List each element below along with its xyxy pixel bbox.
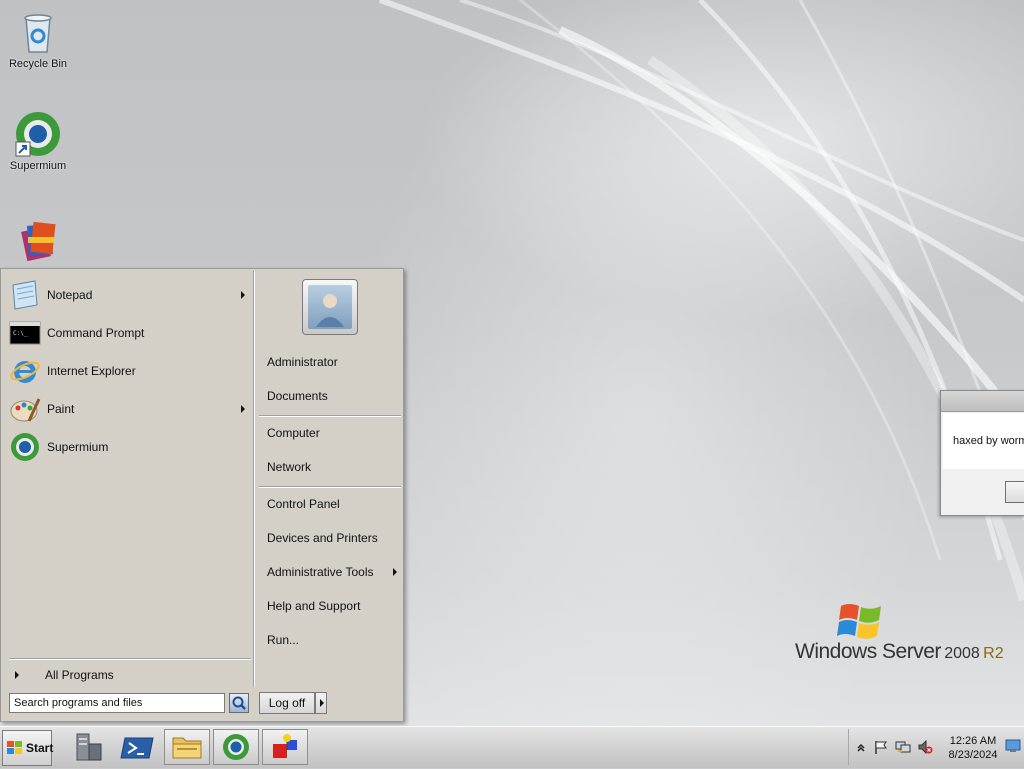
menu-item-label: Documents bbox=[267, 389, 328, 403]
svg-text:C:\_: C:\_ bbox=[13, 330, 28, 337]
menu-item-help-and-support[interactable]: Help and Support bbox=[267, 595, 401, 617]
submenu-arrow-icon bbox=[393, 568, 397, 576]
start-button[interactable]: Start bbox=[2, 730, 54, 766]
desktop-icon-label: Supermium bbox=[9, 160, 67, 172]
menu-item-run[interactable]: Run... bbox=[267, 629, 401, 651]
brand-version: 2008 bbox=[944, 645, 980, 662]
program-item-command-prompt[interactable]: C:\_ Command Prompt bbox=[9, 315, 249, 351]
taskbar-shapes-app-button[interactable] bbox=[262, 729, 308, 765]
windows-flag-logo-icon bbox=[837, 604, 881, 639]
menu-item-control-panel[interactable]: Control Panel bbox=[267, 493, 401, 515]
paint-icon bbox=[9, 393, 41, 425]
all-programs-button[interactable]: All Programs bbox=[11, 664, 251, 686]
menu-item-label: Computer bbox=[267, 426, 320, 440]
clock-time: 12:26 AM bbox=[949, 735, 997, 747]
clock-date: 8/23/2024 bbox=[948, 749, 998, 761]
desktop-icon-winrar[interactable] bbox=[2, 215, 74, 265]
desktop-icon-recycle-bin[interactable]: Recycle Bin bbox=[2, 8, 74, 70]
powershell-icon bbox=[120, 737, 154, 759]
start-menu[interactable]: Notepad C:\_ Command Prompt Internet Exp… bbox=[0, 268, 404, 722]
menu-item-label: Run... bbox=[267, 633, 300, 647]
winrar-icon bbox=[14, 215, 62, 263]
menu-item-administrator[interactable]: Administrator bbox=[267, 351, 401, 373]
menu-item-label: Network bbox=[267, 460, 312, 474]
windows-flag-icon bbox=[7, 741, 23, 755]
network-icon[interactable] bbox=[895, 739, 911, 755]
notepad-icon bbox=[9, 279, 41, 311]
program-item-notepad[interactable]: Notepad bbox=[9, 277, 249, 313]
log-off-button[interactable]: Log off bbox=[259, 692, 315, 714]
shapes-app-icon bbox=[273, 734, 297, 758]
windows-server-branding: Windows Server 2008 R2 bbox=[795, 600, 1015, 670]
menu-item-network[interactable]: Network bbox=[267, 456, 401, 478]
menu-item-administrative-tools[interactable]: Administrative Tools bbox=[267, 561, 401, 583]
show-desktop-icon[interactable] bbox=[1005, 739, 1021, 753]
internet-explorer-icon bbox=[9, 355, 41, 387]
start-menu-bottom-bar: Log off bbox=[3, 689, 401, 719]
command-prompt-icon: C:\_ bbox=[9, 317, 41, 349]
recycle-bin-icon bbox=[14, 8, 62, 56]
all-programs-label: All Programs bbox=[45, 668, 114, 682]
user-picture-avatar[interactable] bbox=[302, 279, 358, 335]
menu-item-label: Administrator bbox=[267, 355, 338, 369]
clock[interactable]: 12:26 AM 8/23/2024 bbox=[943, 734, 1003, 762]
menu-item-label: Control Panel bbox=[267, 497, 340, 511]
program-label: Paint bbox=[47, 402, 75, 416]
volume-muted-icon[interactable] bbox=[917, 739, 933, 755]
program-item-supermium[interactable]: Supermium bbox=[9, 429, 249, 465]
menu-item-label: Devices and Printers bbox=[267, 531, 378, 545]
shutdown-options-button[interactable] bbox=[315, 692, 327, 714]
dialog-titlebar[interactable] bbox=[941, 391, 1024, 412]
start-label: Start bbox=[26, 741, 54, 755]
places-separator bbox=[259, 415, 401, 417]
menu-item-label: Help and Support bbox=[267, 599, 361, 613]
taskbar: Start 12:26 AM 8/23/2024 bbox=[0, 726, 1024, 768]
desktop[interactable]: Recycle Bin Supermium haxed by worm Wind… bbox=[0, 0, 1024, 726]
search-input[interactable] bbox=[9, 693, 225, 713]
places-separator bbox=[259, 486, 401, 488]
dialog-ok-button[interactable] bbox=[1005, 481, 1024, 503]
submenu-arrow-icon bbox=[241, 405, 245, 413]
brand-edition: R2 bbox=[983, 645, 1004, 662]
search-icon bbox=[232, 696, 246, 710]
start-menu-places-pane: Administrator Documents Computer Network… bbox=[257, 271, 403, 687]
windows-explorer-icon bbox=[172, 737, 202, 759]
menu-item-label: Administrative Tools bbox=[267, 565, 374, 579]
action-center-flag-icon[interactable] bbox=[873, 739, 889, 755]
menu-item-computer[interactable]: Computer bbox=[267, 422, 401, 444]
all-programs-arrow-icon bbox=[15, 671, 19, 679]
program-label: Command Prompt bbox=[47, 326, 145, 340]
program-label: Notepad bbox=[47, 288, 93, 302]
user-avatar-icon bbox=[308, 285, 352, 329]
desktop-icon-supermium[interactable]: Supermium bbox=[2, 110, 74, 172]
taskbar-windows-explorer-button[interactable] bbox=[164, 729, 210, 765]
brand-wordmark: Windows Server 2008 R2 bbox=[795, 640, 1004, 664]
desktop-icon-label: Recycle Bin bbox=[8, 58, 68, 70]
taskbar-supermium-button[interactable] bbox=[213, 729, 259, 765]
taskbar-powershell-button[interactable] bbox=[114, 729, 160, 765]
start-menu-programs-pane: Notepad C:\_ Command Prompt Internet Exp… bbox=[3, 271, 253, 687]
submenu-arrow-icon bbox=[241, 291, 245, 299]
dialog-message: haxed by worm bbox=[953, 435, 1024, 447]
program-item-paint[interactable]: Paint bbox=[9, 391, 249, 427]
program-label: Supermium bbox=[47, 440, 109, 454]
supermium-icon bbox=[223, 734, 249, 760]
message-dialog[interactable]: haxed by worm bbox=[940, 390, 1024, 516]
program-item-internet-explorer[interactable]: Internet Explorer bbox=[9, 353, 249, 389]
brand-product: Windows Server bbox=[795, 640, 941, 663]
menu-item-documents[interactable]: Documents bbox=[267, 385, 401, 407]
notification-area: 12:26 AM 8/23/2024 bbox=[848, 729, 1022, 765]
taskbar-server-manager-button[interactable] bbox=[64, 729, 110, 765]
menu-item-devices-and-printers[interactable]: Devices and Printers bbox=[267, 527, 401, 549]
supermium-icon bbox=[14, 110, 62, 158]
pane-divider bbox=[253, 271, 255, 687]
programs-separator bbox=[9, 658, 251, 660]
log-off-label: Log off bbox=[268, 696, 306, 710]
show-hidden-icons-chevron-icon[interactable] bbox=[853, 739, 869, 755]
program-label: Internet Explorer bbox=[47, 364, 136, 378]
supermium-icon bbox=[9, 431, 41, 463]
server-manager-icon bbox=[76, 733, 102, 761]
search-button[interactable] bbox=[229, 693, 249, 713]
